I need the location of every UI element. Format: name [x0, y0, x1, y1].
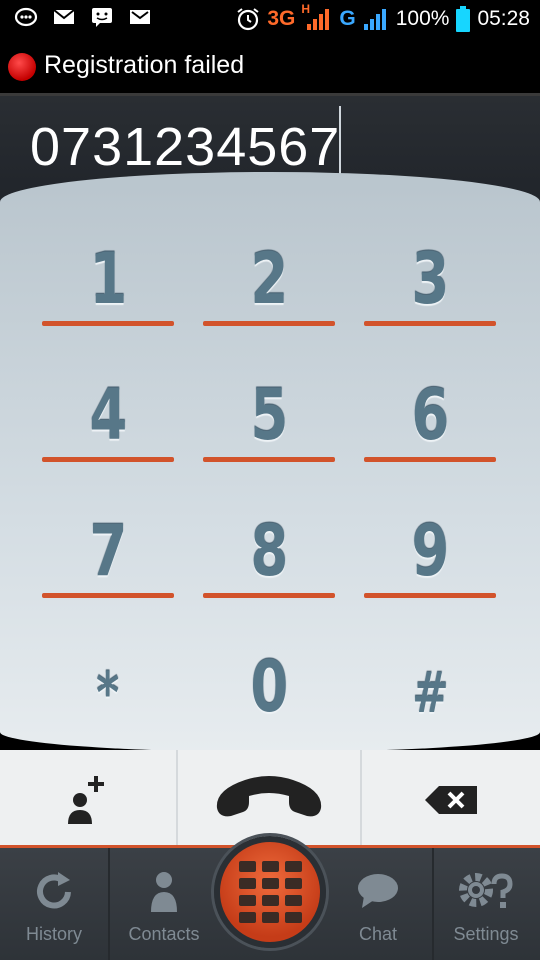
signal-strength-orange-icon: H	[301, 2, 333, 32]
key-underline	[364, 593, 496, 598]
sms-icon	[92, 8, 112, 27]
key-8[interactable]: 8	[201, 466, 337, 598]
gear-question-icon	[459, 873, 513, 908]
key-2[interactable]: 2	[201, 194, 337, 326]
key-underline	[203, 457, 335, 462]
nav-history-label: History	[25, 924, 82, 944]
key-underline	[203, 321, 335, 326]
key-0-label: 0	[249, 646, 289, 728]
nav-chat-label: Chat	[358, 924, 398, 944]
nav-contacts-label: Contacts	[128, 924, 200, 944]
messenger-icon	[14, 7, 38, 27]
registration-status-icon	[8, 53, 36, 81]
key-underline	[364, 321, 496, 326]
dialpad: 1 2 3 4 5 6 7 8 9 * 0 #	[0, 172, 540, 752]
backspace-icon	[425, 786, 477, 814]
key-2-label: 2	[249, 238, 289, 320]
dialpad-toggle-button[interactable]	[214, 836, 326, 948]
network-h-label: H	[301, 2, 311, 16]
key-5[interactable]: 5	[201, 330, 337, 462]
dialed-number[interactable]: 0731234567	[30, 116, 340, 178]
key-9[interactable]: 9	[362, 466, 498, 598]
action-row	[0, 750, 540, 850]
nav-settings[interactable]: Settings	[432, 848, 540, 960]
chat-bubble-icon	[358, 874, 398, 908]
battery-icon	[456, 6, 471, 32]
add-contact-icon	[68, 776, 104, 824]
gmail-icon	[130, 10, 150, 24]
nav-history[interactable]: History	[0, 848, 108, 960]
key-8-label: 8	[249, 510, 289, 592]
status-indicators: 3G H G 100% 05:28	[235, 2, 530, 34]
network-g-label: G	[339, 7, 356, 30]
email-icon	[53, 9, 75, 24]
alarm-icon	[237, 8, 259, 31]
key-9-label: 9	[410, 510, 450, 592]
refresh-icon	[37, 872, 71, 909]
registration-status-bar: Registration failed	[0, 38, 540, 96]
battery-percent: 100%	[395, 7, 450, 30]
add-contact-button[interactable]	[0, 750, 178, 850]
key-underline	[203, 593, 335, 598]
key-underline	[364, 457, 496, 462]
status-bar: 3G H G 100% 05:28	[0, 0, 540, 38]
key-4[interactable]: 4	[40, 330, 176, 462]
dialpad-icon	[238, 861, 302, 923]
key-hash[interactable]: #	[362, 602, 498, 734]
nav-settings-label: Settings	[453, 924, 519, 944]
nav-contacts[interactable]: Contacts	[110, 848, 218, 960]
key-5-label: 5	[249, 374, 289, 456]
phone-handset-icon	[216, 776, 322, 817]
key-7-label: 7	[88, 510, 128, 592]
key-4-label: 4	[88, 374, 128, 456]
key-underline	[42, 457, 174, 462]
clock: 05:28	[477, 7, 530, 30]
signal-strength-blue-icon	[363, 9, 386, 30]
key-6[interactable]: 6	[362, 330, 498, 462]
backspace-button[interactable]	[362, 750, 540, 850]
key-star-label: *	[96, 661, 120, 726]
key-hash-label: #	[411, 661, 449, 726]
key-1-label: 1	[88, 238, 128, 320]
nav-chat[interactable]: Chat	[324, 848, 432, 960]
network-3g-label: 3G	[267, 7, 296, 30]
person-icon	[151, 872, 177, 912]
key-7[interactable]: 7	[40, 466, 176, 598]
text-cursor	[339, 106, 341, 178]
call-button[interactable]	[178, 750, 362, 850]
key-6-label: 6	[410, 374, 450, 456]
key-0[interactable]: 0	[201, 602, 337, 734]
key-3[interactable]: 3	[362, 194, 498, 326]
key-3-label: 3	[410, 238, 450, 320]
key-underline	[42, 593, 174, 598]
registration-status-text: Registration failed	[44, 51, 245, 79]
key-underline	[42, 321, 174, 326]
key-star[interactable]: *	[40, 602, 176, 734]
key-1[interactable]: 1	[40, 194, 176, 326]
notification-icons	[14, 6, 152, 28]
